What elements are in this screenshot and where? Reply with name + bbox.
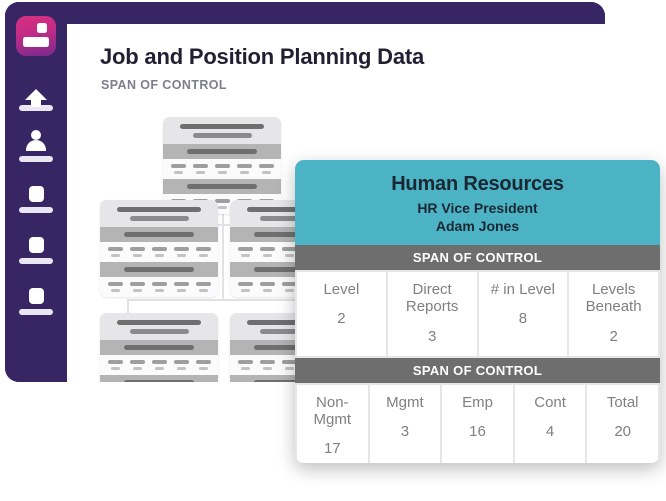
span-table-1: Level 2 Direct Reports 3 # in Level 8 Le… — [295, 270, 660, 358]
cell-value: 3 — [400, 422, 410, 440]
node-band — [100, 375, 218, 382]
column-header: Non-Mgmt — [313, 393, 352, 428]
node-header — [100, 313, 218, 340]
sidebar-item-square-1[interactable] — [16, 180, 56, 213]
column-header: Total — [606, 393, 639, 411]
card-header: Human Resources HR Vice President Adam J… — [295, 160, 660, 245]
table-cell-cont: Cont 4 — [514, 384, 586, 463]
app-logo[interactable] — [16, 16, 56, 56]
table-cell-total: Total 20 — [587, 384, 658, 463]
org-node-bottom-left[interactable] — [100, 313, 218, 382]
logo-bar-icon — [23, 37, 49, 47]
connector-horizontal-level3 — [127, 299, 317, 301]
upload-icon — [25, 78, 47, 107]
sidebar — [5, 2, 67, 382]
cell-value: 8 — [518, 310, 528, 328]
table-cell-num-in-level: # in Level 8 — [478, 272, 568, 356]
cell-value: 16 — [469, 422, 486, 440]
column-header: Direct Reports — [405, 281, 459, 316]
card-org-name: Human Resources — [391, 173, 564, 195]
cell-value: 4 — [545, 422, 555, 440]
sidebar-item-upload[interactable] — [16, 78, 56, 111]
card-role: HR Vice President — [417, 200, 538, 216]
span-of-control-band-1: SPAN OF CONTROL — [295, 245, 660, 270]
square-icon — [28, 231, 44, 253]
column-header: Mgmt — [386, 393, 424, 411]
card-person-name: Adam Jones — [435, 218, 520, 234]
person-icon — [25, 129, 47, 151]
table-cell-levels-beneath: Levels Beneath 2 — [569, 272, 658, 356]
connector-stub-left — [127, 299, 129, 314]
node-grid — [100, 242, 218, 262]
sidebar-item-square-2[interactable] — [16, 231, 56, 264]
node-header — [163, 117, 281, 144]
node-grid — [100, 355, 218, 375]
table-cell-non-mgmt: Non-Mgmt 17 — [297, 384, 368, 463]
column-header: Cont — [534, 393, 566, 411]
node-header — [100, 200, 218, 227]
column-header: Emp — [462, 393, 493, 411]
node-band — [163, 144, 281, 159]
node-band — [100, 262, 218, 277]
column-header: Levels Beneath — [585, 281, 642, 316]
cell-value: 17 — [323, 440, 341, 457]
node-band — [100, 227, 218, 242]
table-cell-mgmt: Mgmt 3 — [369, 384, 441, 463]
table-cell-emp: Emp 16 — [442, 384, 513, 463]
column-header: Level — [323, 281, 360, 298]
node-grid — [163, 159, 281, 179]
sidebar-item-bar — [19, 156, 53, 162]
square-icon — [28, 180, 44, 202]
table-cell-direct-reports: Direct Reports 3 — [387, 272, 477, 356]
sidebar-item-bar — [19, 309, 53, 315]
org-node-left[interactable] — [100, 200, 218, 297]
node-band — [100, 340, 218, 355]
sidebar-item-bar — [19, 258, 53, 264]
detail-card[interactable]: Human Resources HR Vice President Adam J… — [295, 160, 660, 463]
column-header: # in Level — [490, 281, 555, 298]
node-grid — [100, 277, 218, 297]
sidebar-item-square-3[interactable] — [16, 282, 56, 315]
app-titlebar — [5, 2, 605, 24]
table-cell-level: Level 2 — [297, 272, 386, 356]
square-icon — [28, 282, 44, 304]
cell-value: 2 — [337, 310, 346, 328]
cell-value: 2 — [609, 327, 618, 345]
logo-square-icon — [37, 23, 47, 33]
cell-value: 3 — [427, 327, 437, 345]
sidebar-item-bar — [19, 207, 53, 213]
span-of-control-band-2: SPAN OF CONTROL — [295, 357, 660, 383]
node-band — [163, 179, 281, 194]
cell-value: 20 — [614, 422, 632, 440]
sidebar-item-person[interactable] — [16, 129, 56, 162]
span-table-2: Non-Mgmt 17 Mgmt 3 Emp 16 Cont 4 Total 2… — [295, 382, 660, 463]
